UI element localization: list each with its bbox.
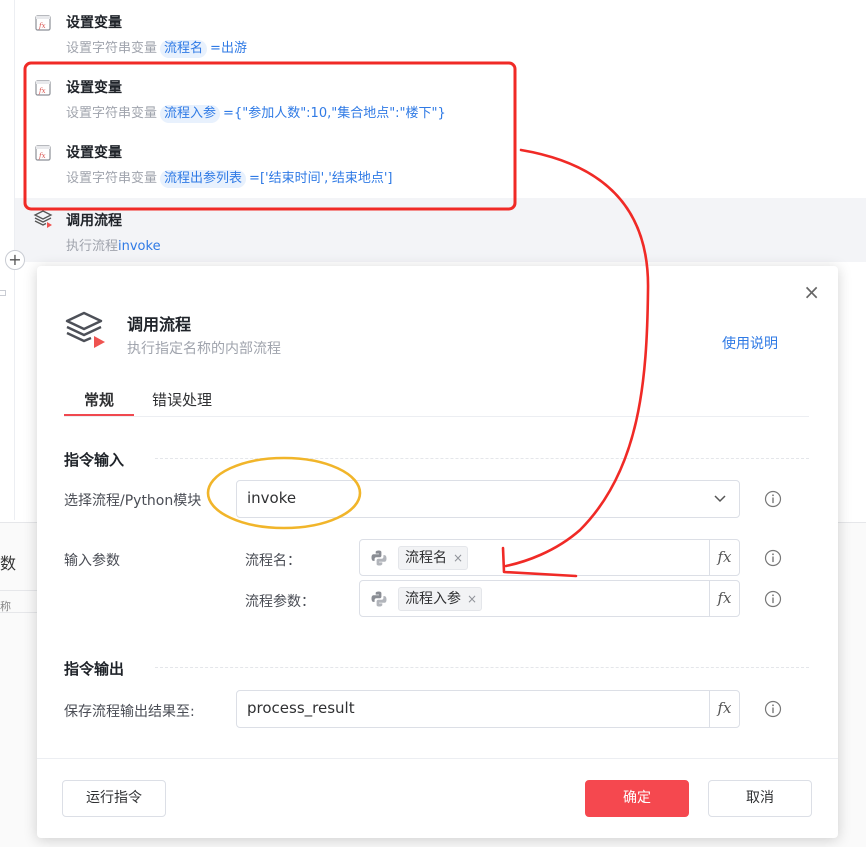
step-description: 设置字符串变量 流程出参列表 =['结束时间','结束地点']	[66, 167, 393, 188]
cancel-button[interactable]: 取消	[708, 780, 812, 817]
save-output-label: 保存流程输出结果至:	[64, 704, 195, 720]
svg-text:fx: fx	[38, 22, 46, 30]
panel-divider	[0, 612, 40, 613]
panel-heading-fragment: 数	[0, 554, 17, 573]
layers-play-icon	[65, 311, 105, 348]
param-flow-name-label: 流程名：	[245, 553, 301, 569]
fx-button[interactable]: fx	[709, 691, 739, 727]
save-output-input[interactable]: process_result fx	[236, 690, 740, 728]
variable-tag: 流程名 ×	[398, 546, 469, 570]
tab-error-handling[interactable]: 错误处理	[152, 389, 212, 410]
step-title: 设置变量	[66, 80, 122, 96]
fx-variable-icon: fx	[35, 80, 51, 96]
close-icon[interactable]: ×	[803, 282, 820, 302]
tab-general[interactable]: 常规	[84, 389, 114, 410]
desc-prefix: 设置字符串变量	[66, 106, 158, 121]
equals-sign: =	[249, 171, 260, 186]
info-circle-icon[interactable]	[764, 590, 782, 608]
chevron-down-icon	[714, 495, 726, 503]
step-title: 设置变量	[66, 15, 122, 31]
variable-chip: 流程入参	[160, 105, 221, 123]
call-flow-dialog: × 调用流程 执行指定名称的内部流程 使用说明 常规 错误处理 指令输入 选择流…	[37, 266, 838, 838]
fx-variable-icon: fx	[35, 145, 51, 161]
panel-divider	[0, 590, 40, 591]
dialog-subtitle: 执行指定名称的内部流程	[127, 341, 281, 357]
select-flow-label: 选择流程/Python模块	[64, 493, 202, 509]
save-output-value: process_result	[247, 699, 355, 717]
step-description: 执行流程invoke	[66, 235, 161, 254]
confirm-button[interactable]: 确定	[585, 780, 689, 817]
variable-tag: 流程入参 ×	[398, 587, 483, 611]
variable-value: ['结束时间','结束地点']	[259, 171, 393, 186]
layers-play-icon	[33, 210, 53, 228]
variable-chip: 流程出参列表	[160, 170, 247, 188]
dialog-tabs: 常规 错误处理	[64, 381, 809, 417]
run-command-button[interactable]: 运行指令	[62, 780, 166, 817]
input-params-label: 输入参数	[64, 553, 120, 569]
fx-button[interactable]: fx	[709, 581, 739, 616]
workflow-step-set-variable-1[interactable]: fx 设置变量 设置字符串变量 流程名 =出游	[15, 0, 866, 64]
add-step-button[interactable]: +	[5, 250, 25, 270]
tag-remove-icon[interactable]: ×	[467, 592, 477, 606]
svg-text:fx: fx	[38, 152, 46, 160]
param-flow-name-input[interactable]: 流程名 × fx	[359, 539, 740, 576]
step-title: 设置变量	[66, 145, 122, 161]
step-title: 调用流程	[66, 213, 122, 229]
workflow-step-set-variable-3[interactable]: fx 设置变量 设置字符串变量 流程出参列表 =['结束时间','结束地点']	[15, 130, 866, 194]
param-flow-args-input[interactable]: 流程入参 × fx	[359, 580, 740, 617]
fx-button[interactable]: fx	[709, 540, 739, 575]
info-circle-icon[interactable]	[764, 700, 782, 718]
param-flow-args-label: 流程参数：	[245, 594, 315, 610]
desc-prefix: 设置字符串变量	[66, 41, 158, 56]
desc-prefix: 执行流程	[66, 239, 119, 254]
dialog-title: 调用流程	[127, 315, 192, 334]
step-description: 设置字符串变量 流程入参 ={"参加人数":10,"集合地点":"楼下"}	[66, 102, 446, 123]
section-divider	[155, 458, 809, 459]
variable-value: {"参加人数":10,"集合地点":"楼下"}	[233, 106, 446, 121]
tag-remove-icon[interactable]: ×	[453, 551, 463, 565]
variable-chip: 流程名	[160, 40, 208, 58]
svg-text:fx: fx	[38, 87, 46, 95]
footer-divider	[37, 758, 838, 759]
desc-prefix: 设置字符串变量	[66, 171, 158, 186]
variable-value: 出游	[220, 41, 247, 56]
help-link[interactable]: 使用说明	[722, 333, 778, 353]
python-icon	[371, 550, 387, 566]
workflow-step-set-variable-2[interactable]: fx 设置变量 设置字符串变量 流程入参 ={"参加人数":10,"集合地点":"楼…	[15, 65, 866, 129]
step-description: 设置字符串变量 流程名 =出游	[66, 37, 247, 58]
input-section-title: 指令输入	[64, 451, 125, 469]
fx-variable-icon: fx	[35, 15, 51, 31]
python-icon	[371, 591, 387, 607]
tag-label: 流程入参	[405, 591, 461, 607]
workflow-step-call-flow[interactable]: 调用流程 执行流程invoke	[15, 198, 866, 262]
collapse-handle[interactable]	[0, 290, 6, 296]
workflow-editor-screen: { "workflow": { "items": [ {"title": "设置…	[0, 0, 866, 847]
flow-name: invoke	[118, 239, 161, 254]
output-section-title: 指令输出	[64, 660, 125, 678]
info-circle-icon[interactable]	[764, 490, 782, 508]
section-divider	[155, 667, 809, 668]
info-circle-icon[interactable]	[764, 549, 782, 567]
equals-sign: =	[210, 41, 221, 56]
tag-label: 流程名	[405, 550, 447, 566]
select-flow-value: invoke	[247, 489, 297, 507]
equals-sign: =	[223, 106, 234, 121]
active-tab-indicator	[64, 414, 134, 416]
select-flow-dropdown[interactable]: invoke	[236, 480, 740, 518]
